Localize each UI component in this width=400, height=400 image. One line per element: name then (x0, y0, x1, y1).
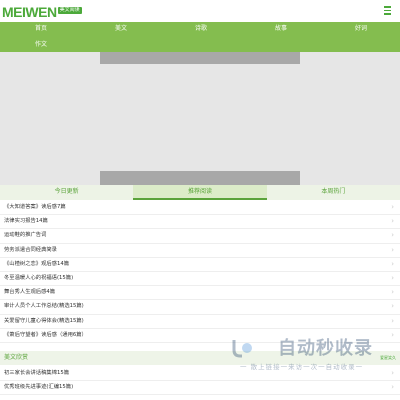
banner-top-bar (100, 52, 300, 64)
list-item-title: 冬至温暖人心的祝福语(15篇) (4, 274, 74, 281)
list-item-title: 法律实习报告14篇 (4, 218, 48, 225)
banner-bottom-bar (100, 171, 300, 185)
tab-today-updates[interactable]: 今日更新 (0, 185, 133, 200)
chevron-right-icon: › (391, 259, 394, 268)
list-item-title: 审计人员个人工作总结(精选15篇) (4, 303, 84, 310)
chevron-right-icon: › (391, 316, 394, 325)
list-item[interactable]: 冬至温暖人心的祝福语(15篇) › (0, 272, 400, 287)
chevron-right-icon: › (391, 288, 394, 297)
logo-badge: 美文阅读 (57, 7, 82, 14)
logo-text: MEIWEN (2, 4, 57, 20)
chevron-right-icon: › (391, 302, 394, 311)
watermark-subtitle: 一 散上链接一来访一次一自动收录一 (240, 363, 364, 371)
nav-item-compositions[interactable]: 作文 (35, 41, 47, 49)
list-item-title: 初三家长会讲话稿集锦15篇 (4, 370, 70, 376)
list-item[interactable]: 运动鞋的推广告词 › (0, 229, 400, 244)
list-item[interactable]: 《大知道答案》读后感7篇 › (0, 201, 400, 216)
list-item[interactable]: 劳务派遣合同经典简录 › (0, 244, 400, 258)
article-tabs: 今日更新 推荐阅读 本周热门 (0, 185, 400, 200)
chevron-right-icon: › (391, 273, 394, 282)
watermark-title: 自动秒收录 (278, 338, 373, 358)
section-title[interactable]: 美文欣赏 (4, 354, 28, 362)
list-item-title: 《大知道答案》读后感7篇 (4, 204, 66, 210)
chevron-right-icon: › (391, 203, 394, 211)
menu-icon[interactable] (384, 6, 391, 15)
tab-recommended[interactable]: 推荐阅读 (133, 185, 267, 200)
watermark-overlay: 自动秒收录 爱星笑久 一 散上链接一来访一次一自动收录一 (226, 333, 396, 379)
list-item-title: 《山楂树之恋》观后感14篇 (4, 260, 70, 267)
nav-item-essays[interactable]: 美文 (115, 25, 127, 33)
list-item[interactable]: 《山楂树之恋》观后感14篇 › (0, 258, 400, 272)
banner-ad[interactable] (0, 52, 400, 185)
list-item[interactable]: 优秀班级先进事迹(汇编15篇) › (0, 381, 400, 396)
tab-weekly-hot[interactable]: 本周热门 (267, 185, 400, 200)
watermark-small-text: 爱星笑久 (380, 355, 396, 360)
chevron-right-icon: › (391, 245, 394, 254)
article-list: 《大知道答案》读后感7篇 › 法律实习报告14篇 › 运动鞋的推广告词 › 劳务派遣合… (0, 201, 400, 343)
list-item[interactable]: 关爱留守儿童心得体会(精选15篇) › (0, 315, 400, 329)
watermark-logo-icon (232, 340, 252, 358)
list-item-title: 《萧后守望者》读后感（通用6篇） (4, 331, 87, 338)
list-item-title: 优秀班级先进事迹(汇编15篇) (4, 384, 74, 391)
list-item[interactable]: 审计人员个人工作总结(精选15篇) › (0, 300, 400, 315)
list-item-title: 舞台秀人生观后感4篇 (4, 289, 56, 296)
main-nav: 首页 美文 诗歌 故事 好词 作文 (0, 22, 400, 52)
nav-item-home[interactable]: 首页 (35, 25, 47, 33)
nav-item-phrases[interactable]: 好词 (355, 25, 367, 33)
chevron-right-icon: › (391, 217, 394, 226)
list-item[interactable]: 法律实习报告14篇 › (0, 215, 400, 230)
chevron-right-icon: › (391, 231, 394, 240)
list-item-title: 运动鞋的推广告词 (4, 232, 47, 239)
nav-item-poems[interactable]: 诗歌 (195, 25, 207, 33)
list-item-title: 劳务派遣合同经典简录 (4, 246, 57, 253)
top-bar: MEIWEN 美文阅读 (0, 0, 400, 22)
list-item[interactable]: 舞台秀人生观后感4篇 › (0, 286, 400, 301)
list-item-title: 关爱留守儿童心得体会(精选15篇) (4, 317, 84, 324)
chevron-right-icon: › (391, 383, 394, 392)
site-logo[interactable]: MEIWEN 美文阅读 (2, 2, 82, 20)
nav-item-stories[interactable]: 故事 (275, 25, 287, 33)
